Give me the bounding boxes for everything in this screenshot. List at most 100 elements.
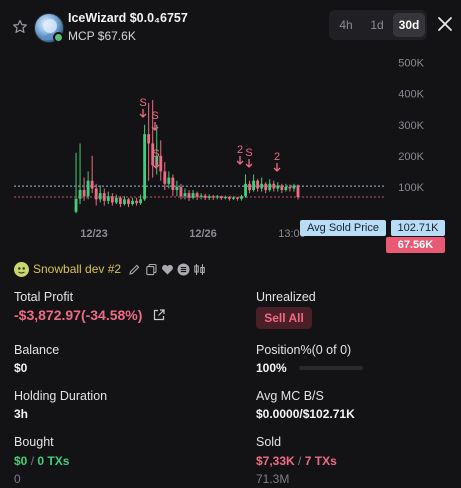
tab-30d[interactable]: 30d <box>393 13 425 37</box>
candle <box>272 183 276 189</box>
candle <box>240 196 243 199</box>
token-header: IceWizard $0.0₄6757 MCP $67.6K 4h 1d 30d <box>0 0 461 50</box>
token-name[interactable]: IceWizard $0.0₄6757 <box>68 11 188 25</box>
price-chart[interactable]: 100K 200K 300K 400K 500K 12/23 12/26 13:00 SSS… <box>0 44 461 253</box>
market-cap: MCP $67.6K <box>68 29 136 43</box>
unrealized-label: Unrealized <box>256 290 316 304</box>
candle <box>211 196 215 198</box>
avg-mc-label: Avg MC B/S <box>256 389 324 403</box>
bought-amount: $0 <box>14 454 28 468</box>
dev-avatar <box>14 262 29 277</box>
candle <box>227 196 231 199</box>
position-value: 100% <box>256 361 287 375</box>
sell-marker-label: S <box>245 147 252 159</box>
bought-label: Bought <box>14 435 54 449</box>
dev-row: Snowball dev #2 <box>14 261 314 279</box>
sold-sub-value: 71.3M <box>256 472 290 486</box>
total-profit-label: Total Profit <box>14 290 74 304</box>
y-tick-label: 200K <box>398 151 424 163</box>
list-icon[interactable] <box>177 263 190 276</box>
x-tick-label: 12/23 <box>80 228 108 240</box>
sell-all-button[interactable]: Sell All <box>256 307 312 329</box>
candle <box>219 196 223 199</box>
heart-icon[interactable] <box>161 263 174 276</box>
bought-txs: 0 TXs <box>37 454 70 468</box>
balance-value: $0 <box>14 361 28 375</box>
candle <box>171 177 175 191</box>
candle <box>139 199 143 204</box>
total-profit-value: -$3,872.97(-34.58%) <box>14 307 143 323</box>
dev-name[interactable]: Snowball dev #2 <box>33 262 121 276</box>
chart-canvas[interactable]: 100K200K300K400K500K 12/23 12/26 13:00 SSS… <box>0 44 461 249</box>
y-tick-label: 100K <box>398 182 424 194</box>
candle <box>90 180 94 189</box>
sell-marker-label: 2 <box>274 151 280 163</box>
bought-value: $0 / 0 TXs <box>14 454 69 468</box>
sell-arrow-icon <box>236 156 244 165</box>
position-label: Position%(0 of 0) <box>256 343 352 357</box>
sell-marker-label: S <box>139 97 146 109</box>
candle <box>284 186 288 191</box>
holding-duration-value: 3h <box>14 407 29 421</box>
sold-amount: $7,33K <box>256 454 295 468</box>
external-link-icon[interactable] <box>152 308 166 322</box>
candle <box>159 155 163 172</box>
candle <box>127 199 130 205</box>
y-tick-label: 400K <box>398 89 424 101</box>
candle <box>82 190 86 197</box>
candle <box>252 180 256 191</box>
candle <box>199 195 203 197</box>
candles-icon[interactable] <box>193 263 206 276</box>
tab-4h[interactable]: 4h <box>331 13 361 37</box>
bought-separator: / <box>30 454 35 468</box>
candle <box>143 134 147 200</box>
balance-label: Balance <box>14 343 60 357</box>
candle <box>94 188 98 200</box>
candle <box>114 197 118 203</box>
candle <box>260 183 264 189</box>
sell-arrow-icon <box>139 109 147 118</box>
candle <box>102 193 106 201</box>
candle <box>191 193 195 198</box>
candle <box>98 193 102 200</box>
candle <box>135 200 138 204</box>
edit-icon[interactable] <box>128 263 141 276</box>
sell-marker-label: S <box>152 148 159 160</box>
sold-value: $7,33K / 7 TXs <box>256 454 337 468</box>
candle <box>118 197 122 205</box>
star-icon[interactable] <box>12 19 28 35</box>
candle <box>288 186 292 189</box>
candle <box>276 185 280 189</box>
timeframe-selector: 4h 1d 30d <box>329 10 427 40</box>
candle <box>268 183 272 191</box>
candle <box>203 195 207 198</box>
candle <box>231 197 235 199</box>
candle <box>106 196 110 201</box>
candle <box>236 197 239 199</box>
candle <box>147 134 151 144</box>
candle <box>74 198 78 212</box>
candle <box>123 199 126 205</box>
sell-arrow-icon <box>245 159 253 168</box>
candle <box>175 186 179 191</box>
tab-1d[interactable]: 1d <box>362 13 392 37</box>
candle <box>256 180 260 189</box>
avg-mc-value: $0.0000/$102.71K <box>256 407 355 421</box>
sell-arrow-icon <box>273 163 281 172</box>
candle <box>280 185 284 191</box>
avg-sold-price-label: Avg Sold Price <box>300 220 386 236</box>
sell-marker-label: S <box>151 110 158 122</box>
candle <box>264 183 268 191</box>
candle <box>187 193 191 198</box>
candle <box>167 177 171 184</box>
candle <box>110 196 114 203</box>
copy-icon[interactable] <box>145 263 158 276</box>
candle <box>244 183 247 197</box>
close-icon[interactable] <box>436 15 454 33</box>
candle <box>179 186 183 197</box>
avg-sold-price-tag: 102.71K <box>391 220 445 236</box>
candle <box>223 196 227 199</box>
holding-duration-label: Holding Duration <box>14 389 108 403</box>
y-tick-label: 500K <box>398 58 424 70</box>
candle <box>248 183 251 191</box>
